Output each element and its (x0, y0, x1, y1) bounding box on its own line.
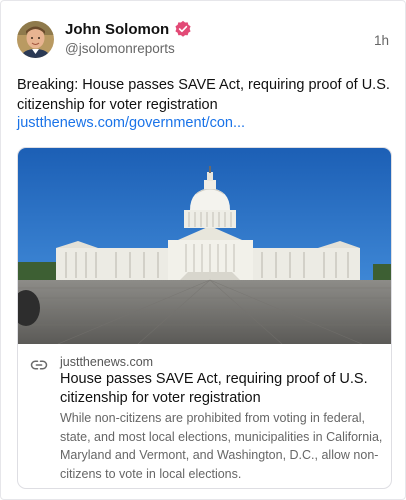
link-icon (30, 360, 48, 370)
author-row: John Solomon (65, 20, 192, 38)
card-title[interactable]: House passes SAVE Act, requiring proof o… (60, 370, 378, 408)
post-link[interactable]: justthenews.com/government/con... (17, 113, 245, 133)
avatar-image (17, 21, 54, 58)
author-handle[interactable]: @jsolomonreports (65, 41, 175, 56)
verified-badge-icon (175, 20, 191, 37)
post-timestamp[interactable]: 1h (374, 33, 389, 48)
card-domain: justthenews.com (60, 355, 154, 369)
capitol-building-image (18, 148, 391, 344)
post-text: Breaking: House passes SAVE Act, requiri… (17, 77, 390, 113)
card-description: While non-citizens are prohibited from v… (60, 411, 383, 481)
author-name[interactable]: John Solomon (65, 21, 169, 38)
link-preview-card[interactable]: justthenews.com House passes SAVE Act, r… (17, 147, 392, 489)
post-card[interactable]: John Solomon @jsolomonreports 1h Breakin… (0, 0, 406, 500)
avatar[interactable] (17, 21, 54, 58)
